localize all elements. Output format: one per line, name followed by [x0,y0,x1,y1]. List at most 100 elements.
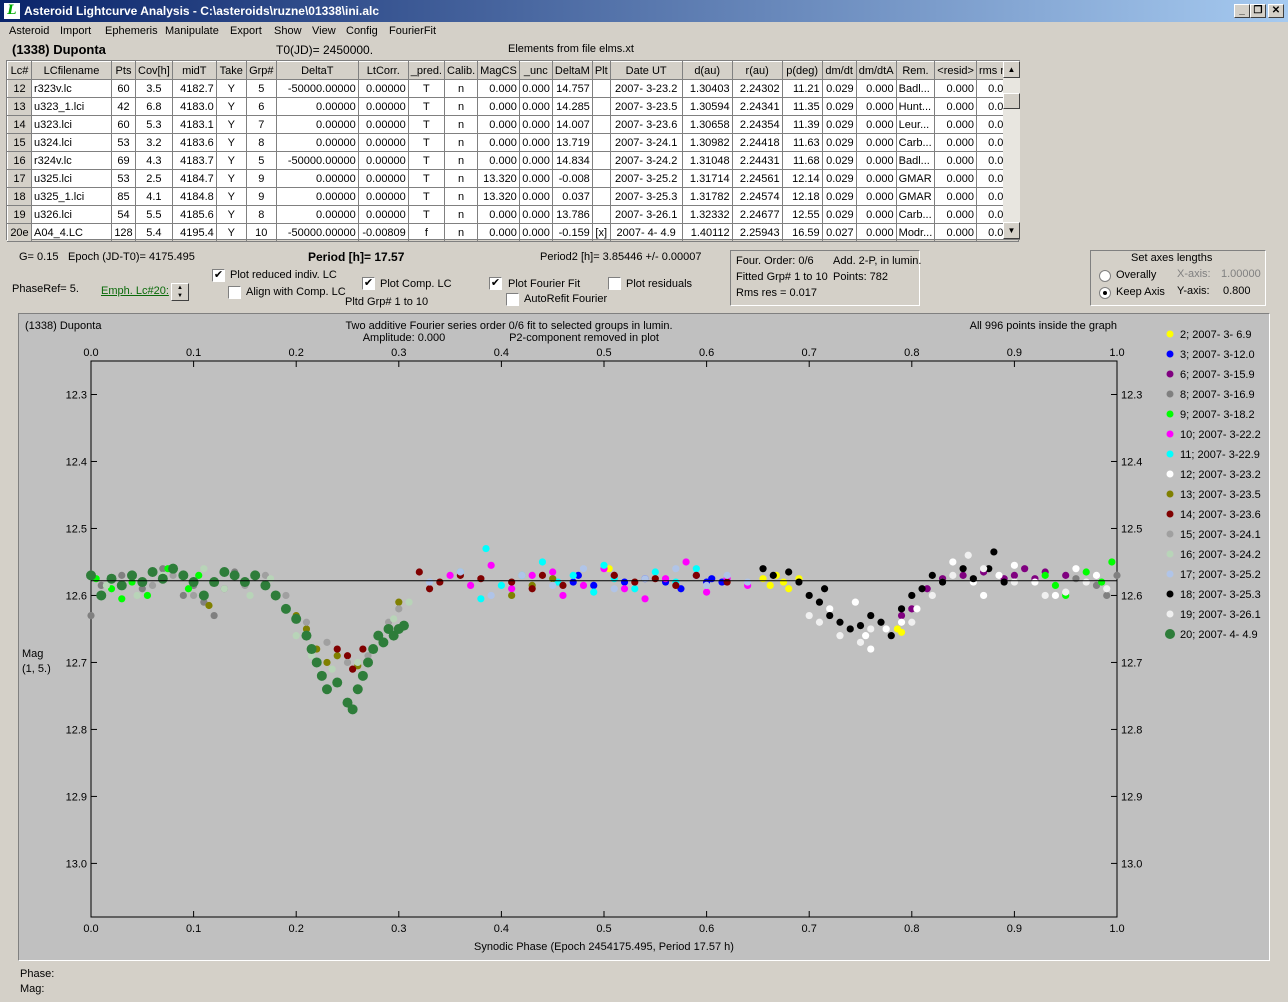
table-cell[interactable]: 2007- 3-23.5 [609,97,683,116]
table-cell[interactable]: 0.000 [518,169,553,188]
table-cell[interactable]: [x] [591,223,611,242]
column-header[interactable]: DeltaM [551,61,593,80]
table-cell[interactable]: A04_4.LC [31,223,112,242]
table-cell[interactable]: 0.000 [477,97,520,116]
table-cell[interactable]: 14.007 [551,115,593,134]
table-cell[interactable]: 0.00000 [357,205,409,224]
table-cell[interactable]: 5 [245,151,277,170]
column-header[interactable]: r(au) [731,61,783,80]
table-cell[interactable]: 4.1 [135,187,173,206]
table-cell[interactable]: Y [215,97,247,116]
table-cell[interactable]: T [407,169,446,188]
table-cell[interactable]: 13.320 [477,169,520,188]
table-cell[interactable]: 12.14 [781,169,823,188]
table-cell[interactable]: T [407,97,446,116]
plot-reduced-checkbox[interactable]: ✔ [212,269,225,282]
keep-axis-radio[interactable] [1099,287,1111,299]
table-cell[interactable] [591,97,611,116]
emph-spinner[interactable]: ▲ ▼ [171,283,189,301]
table-cell[interactable]: 8 [245,205,277,224]
spin-down-icon[interactable]: ▼ [172,292,188,300]
column-header[interactable]: MagCS [477,61,520,80]
column-header[interactable]: Plt [591,61,611,80]
table-cell[interactable]: 2.24574 [731,187,783,206]
table-cell[interactable]: 0.029 [821,169,857,188]
table-cell[interactable]: 0.000 [855,223,897,242]
table-cell[interactable]: 14.757 [551,79,593,98]
table-cell[interactable]: 9 [245,187,277,206]
table-cell[interactable]: 0.000 [477,79,520,98]
table-cell[interactable]: 0.000 [518,151,553,170]
table-row[interactable]: 20e A04_4.LC 128 5.4 4195.4 Y 10 -50000.00000 -0… [7,223,1019,242]
table-cell[interactable]: 0.029 [821,187,857,206]
table-cell[interactable]: 53 [111,133,136,152]
table-cell[interactable]: GMAR [895,169,936,188]
table-cell[interactable]: n [443,169,479,188]
menu-view[interactable]: View [312,25,336,37]
table-cell[interactable]: 42 [111,97,136,116]
table-cell[interactable]: 0.029 [821,79,857,98]
table-cell[interactable]: f [407,223,446,242]
table-cell[interactable]: 1.30594 [681,97,733,116]
column-header[interactable]: Take [215,61,247,80]
table-cell[interactable]: 3.5 [135,79,173,98]
table-cell[interactable]: 5.5 [135,205,173,224]
table-cell[interactable]: 11.68 [781,151,823,170]
table-cell[interactable]: 0.000 [934,151,977,170]
table-cell[interactable]: 85 [111,187,136,206]
lightcurve-table[interactable]: Lc# LCfilename Pts Cov[h] midT Take Grp# DeltaT… [6,60,1020,242]
table-cell[interactable]: u326.lci [31,205,112,224]
table-cell[interactable]: 16.59 [781,223,823,242]
table-cell[interactable]: 4182.7 [171,79,217,98]
table-cell[interactable]: 0.000 [477,205,520,224]
table-cell[interactable]: 0.000 [934,97,977,116]
align-comp-checkbox[interactable] [228,286,241,299]
table-cell[interactable]: 0.00000 [357,97,409,116]
table-cell[interactable]: 11.63 [781,133,823,152]
table-row[interactable]: 19 u326.lci 54 5.5 4185.6 Y 8 0.00000 0.00000 Tn 0… [7,205,1019,224]
plot-residuals-checkbox[interactable] [608,277,621,290]
table-cell[interactable]: 14.834 [551,151,593,170]
table-cell[interactable]: 0.000 [934,79,977,98]
table-cell[interactable]: 0.000 [934,169,977,188]
table-cell[interactable]: 6 [245,97,277,116]
table-cell[interactable]: 13.786 [551,205,593,224]
table-cell[interactable]: 2.25943 [731,223,783,242]
table-cell[interactable]: u323.lci [31,115,112,134]
row-header[interactable]: 20e [7,223,32,242]
table-cell[interactable]: 2.24341 [731,97,783,116]
table-cell[interactable]: 2007- 3-23.2 [609,79,683,98]
close-icon[interactable]: ✕ [1268,4,1284,18]
table-cell[interactable]: 2.24354 [731,115,783,134]
column-header[interactable]: Cov[h] [135,61,173,80]
table-cell[interactable]: 2.5 [135,169,173,188]
column-header[interactable]: Date UT [609,61,683,80]
table-cell[interactable]: 54 [111,205,136,224]
table-cell[interactable]: 0.00000 [357,79,409,98]
table-cell[interactable]: 0.000 [518,223,553,242]
row-header[interactable]: 12 [7,79,32,98]
table-row[interactable]: 16 r324v.lc 69 4.3 4183.7 Y 5 -50000.00000 0.000… [7,151,1019,170]
table-cell[interactable]: 2.24302 [731,79,783,98]
column-header[interactable]: LCfilename [31,61,112,80]
table-cell[interactable]: u325_1.lci [31,187,112,206]
table-cell[interactable]: 0.000 [855,133,897,152]
table-cell[interactable]: 2.24418 [731,133,783,152]
plotted-groups[interactable]: Pltd Grp# 1 to 10 [345,296,428,308]
table-cell[interactable]: 0.037 [551,187,593,206]
table-cell[interactable]: 2.24561 [731,169,783,188]
table-cell[interactable]: 53 [111,169,136,188]
table-cell[interactable] [591,115,611,134]
table-cell[interactable]: Y [215,115,247,134]
table-cell[interactable]: 0.00000 [357,133,409,152]
table-cell[interactable]: 1.30658 [681,115,733,134]
table-cell[interactable]: 0.00000 [275,115,359,134]
table-cell[interactable]: n [443,223,479,242]
table-cell[interactable]: 0.000 [518,205,553,224]
table-cell[interactable]: T [407,205,446,224]
menu-manipulate[interactable]: Manipulate [165,25,219,37]
column-header[interactable]: _pred. [407,61,446,80]
minimize-icon[interactable]: _ [1234,4,1250,18]
table-cell[interactable]: 7 [245,115,277,134]
plot-fourier-checkbox[interactable]: ✔ [489,277,502,290]
